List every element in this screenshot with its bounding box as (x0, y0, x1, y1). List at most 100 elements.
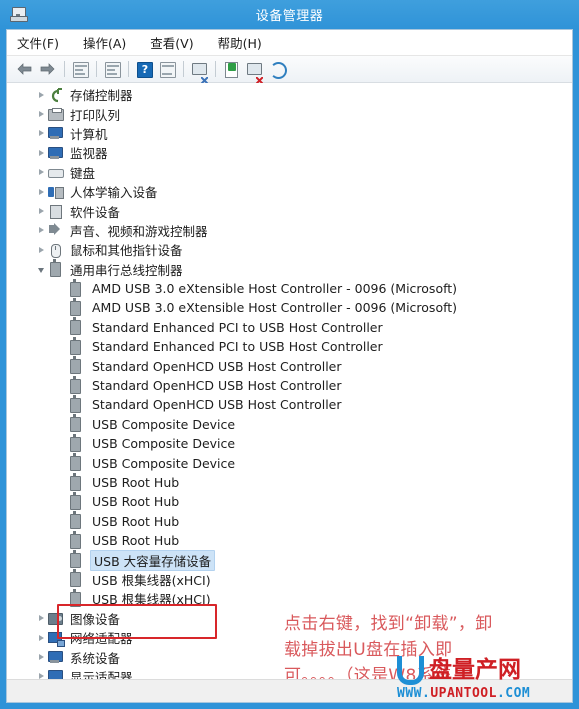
display-adapter-icon (47, 668, 64, 679)
tree-item[interactable]: USB Composite Device (7, 414, 572, 434)
chevron-right-icon[interactable] (35, 654, 47, 661)
update-driver-icon[interactable] (189, 59, 209, 85)
tree-item[interactable]: USB 根集线器(xHCI) (7, 588, 572, 608)
tree-item[interactable]: Standard OpenHCD USB Host Controller (7, 394, 572, 414)
uninstall-device-icon[interactable] (244, 59, 264, 85)
tree-item[interactable]: 计算机 (7, 124, 572, 143)
tree-item[interactable]: USB Root Hub (7, 472, 572, 492)
menu-view[interactable]: 查看(V) (150, 33, 193, 52)
usb-icon (67, 530, 84, 549)
chevron-right-icon[interactable] (35, 246, 47, 253)
tree-item[interactable]: AMD USB 3.0 eXtensible Host Controller -… (7, 297, 572, 317)
chevron-right-icon[interactable] (35, 91, 47, 98)
usb-icon (67, 394, 84, 413)
usb-icon (67, 278, 84, 297)
chevron-right-icon[interactable] (35, 130, 47, 137)
tree-item-label: 通用串行总线控制器 (70, 262, 183, 278)
chevron-right-icon[interactable] (35, 188, 47, 195)
tree-item-label: 计算机 (70, 126, 108, 142)
properties-icon[interactable] (102, 59, 122, 79)
menu-help[interactable]: 帮助(H) (218, 33, 262, 52)
usb-icon (47, 259, 64, 278)
tree-item-label: USB Composite Device (92, 455, 236, 471)
chevron-right-icon[interactable] (35, 149, 47, 156)
tree-item[interactable]: 存储控制器 (7, 85, 572, 104)
tree-item[interactable]: 鼠标和其他指针设备 (7, 240, 572, 259)
software-device-icon (47, 203, 64, 220)
toolbar-separator (215, 61, 216, 77)
tree-item[interactable]: 声音、视频和游戏控制器 (7, 221, 572, 240)
network-adapter-icon (47, 630, 65, 647)
tree-item-label: 人体学输入设备 (70, 185, 158, 201)
tree-item[interactable]: USB 大容量存储设备 (7, 549, 572, 571)
tree-item-label: 软件设备 (70, 204, 121, 220)
camera-icon (47, 610, 64, 626)
tree-item[interactable]: 人体学输入设备 (7, 182, 572, 201)
export-icon[interactable] (221, 59, 241, 79)
computer-icon (47, 125, 64, 141)
usb-icon (67, 433, 84, 452)
usb-icon (67, 569, 84, 588)
menu-action[interactable]: 操作(A) (83, 33, 126, 52)
usb-icon (67, 356, 84, 375)
chevron-right-icon[interactable] (35, 615, 47, 622)
tree-item-label: Standard Enhanced PCI to USB Host Contro… (92, 339, 383, 355)
chevron-right-icon[interactable] (35, 169, 47, 176)
chevron-down-icon[interactable] (35, 266, 47, 273)
printer-icon (47, 106, 64, 122)
tree-item[interactable]: Standard OpenHCD USB Host Controller (7, 375, 572, 395)
tree-item[interactable]: Standard OpenHCD USB Host Controller (7, 356, 572, 375)
show-hide-console-tree-icon[interactable] (70, 59, 90, 79)
tree-item[interactable]: 打印队列 (7, 104, 572, 123)
back-arrow-icon[interactable] (15, 59, 35, 79)
storage-controller-icon (47, 87, 64, 103)
tree-item[interactable]: 软件设备 (7, 201, 572, 220)
help-icon[interactable]: ? (134, 59, 154, 79)
usb-icon (67, 375, 84, 394)
tree-item[interactable]: USB Composite Device (7, 453, 572, 472)
usb-icon (67, 511, 84, 530)
chevron-right-icon[interactable] (35, 634, 47, 641)
forward-arrow-icon[interactable] (38, 59, 58, 79)
tree-item-label: 鼠标和其他指针设备 (70, 243, 183, 259)
menu-file[interactable]: 文件(F) (17, 33, 59, 52)
tree-item-label: USB Root Hub (92, 513, 180, 529)
chevron-right-icon[interactable] (35, 111, 47, 118)
tree-item[interactable]: USB Root Hub (7, 511, 572, 531)
tree-item-label: 监视器 (70, 146, 108, 162)
tree-item[interactable]: USB 根集线器(xHCI) (7, 569, 572, 589)
annotation-text: 点击右键，找到“卸载”，卸 载掉拔出U盘在插入即 可。。。。（这是W8系统 的） (284, 611, 559, 679)
chevron-right-icon[interactable] (35, 673, 47, 679)
tree-item[interactable]: AMD USB 3.0 eXtensible Host Controller -… (7, 278, 572, 298)
tree-item-label: Standard OpenHCD USB Host Controller (92, 378, 342, 394)
usb-icon (67, 297, 84, 316)
chevron-right-icon[interactable] (35, 227, 47, 234)
scan-hardware-changes-icon[interactable] (157, 59, 177, 79)
device-manager-window: 设备管理器 文件(F) 操作(A) 查看(V) 帮助(H) ? 存储控制器 打印… (0, 0, 579, 709)
usb-icon (67, 453, 84, 472)
device-tree[interactable]: 存储控制器 打印队列计算机监视器 键盘人体学输入设备 软件设备 声音、视频和游戏控制器鼠… (7, 83, 572, 679)
tree-item-label: AMD USB 3.0 eXtensible Host Controller -… (92, 300, 458, 316)
usb-icon (67, 336, 84, 355)
tree-item[interactable]: Standard Enhanced PCI to USB Host Contro… (7, 336, 572, 356)
tree-item[interactable]: USB Root Hub (7, 491, 572, 511)
tree-item-label: USB Root Hub (92, 533, 180, 549)
title-bar[interactable]: 设备管理器 (0, 0, 579, 29)
usb-icon (67, 317, 84, 336)
usb-icon (67, 414, 84, 433)
tree-item[interactable]: Standard Enhanced PCI to USB Host Contro… (7, 317, 572, 337)
chevron-right-icon[interactable] (35, 208, 47, 215)
tree-item[interactable]: 键盘 (7, 163, 572, 182)
usb-icon (67, 588, 84, 607)
keyboard-icon (47, 164, 64, 180)
refresh-icon[interactable] (267, 59, 287, 79)
tree-item-label: USB 根集线器(xHCI) (92, 572, 211, 588)
tree-item[interactable]: 监视器 (7, 143, 572, 162)
annotation-line-1: 点击右键，找到“卸载”，卸 (284, 614, 493, 634)
tree-item[interactable]: 通用串行总线控制器 (7, 259, 572, 279)
window-title: 设备管理器 (255, 9, 324, 24)
tree-item[interactable]: USB Root Hub (7, 530, 572, 550)
monitor-icon (47, 145, 64, 161)
tree-item-label: Standard Enhanced PCI to USB Host Contro… (92, 319, 383, 335)
tree-item[interactable]: USB Composite Device (7, 433, 572, 453)
